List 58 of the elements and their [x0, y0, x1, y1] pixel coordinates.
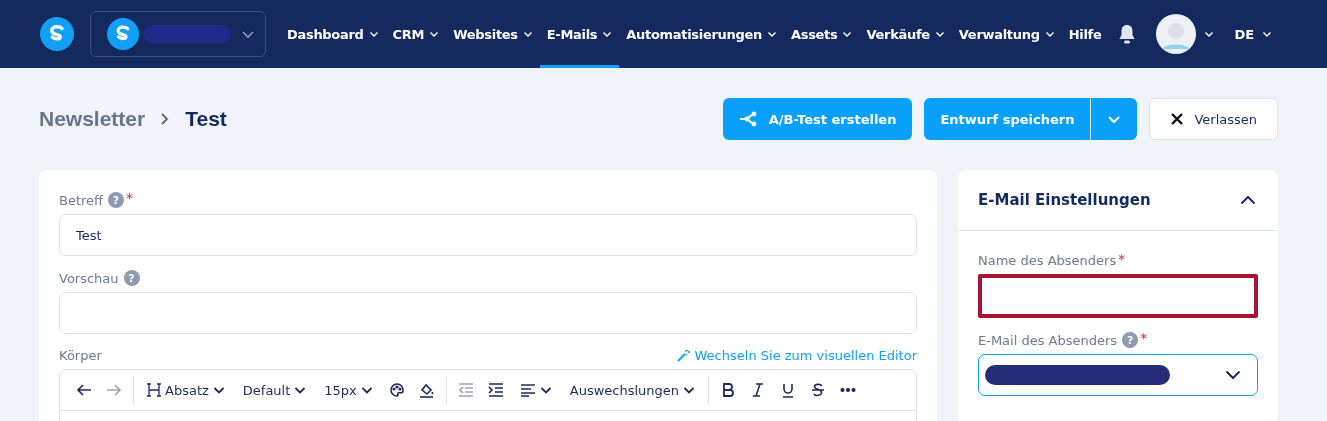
nav-menu-item[interactable]: Verkäufe: [859, 0, 952, 68]
language-selector[interactable]: DE: [1228, 25, 1279, 43]
avatar-silhouette-icon: [1156, 14, 1197, 54]
required-mark: *: [126, 190, 134, 206]
format-dropdown[interactable]: Auswechslungen: [561, 374, 704, 406]
chevron-down-icon: [539, 385, 552, 395]
account-switcher[interactable]: [90, 11, 266, 57]
text-input-field[interactable]: [978, 274, 1258, 318]
format-dropdown[interactable]: Default: [234, 374, 315, 406]
required-mark: *: [1140, 330, 1148, 346]
field-label: Name des Absenders: [978, 253, 1117, 268]
heading-icon: [147, 382, 161, 398]
field-label: E-Mail des Absenders: [978, 332, 1118, 348]
indent-icon: [487, 382, 504, 398]
select-field[interactable]: [978, 354, 1258, 396]
field-label: Betreff: [59, 192, 104, 208]
required-mark: *: [1118, 250, 1126, 267]
chevron-down-icon: [294, 385, 307, 395]
format-dropdown[interactable]: 15px: [316, 374, 381, 406]
magic-wand-icon: [676, 349, 690, 362]
user-menu-button[interactable]: [1156, 14, 1215, 54]
arrow-icon: [76, 383, 92, 397]
nav-menu-item[interactable]: Verwaltung: [951, 0, 1062, 68]
field-label: Vorschau: [59, 270, 119, 286]
close-icon: [1170, 112, 1185, 126]
nav-menu-item[interactable]: E-Mails: [539, 0, 620, 68]
nav-menu-item[interactable]: Dashboard: [280, 0, 386, 68]
outdent-icon: [457, 382, 474, 398]
collapse-chevron-icon[interactable]: [1240, 195, 1256, 205]
chevron-down-icon: [1204, 29, 1215, 39]
bold-icon: [720, 382, 737, 398]
nav-menu-item[interactable]: CRM: [385, 0, 447, 68]
text-input-field[interactable]: Test: [59, 214, 917, 256]
leave-button[interactable]: Verlassen: [1149, 98, 1278, 140]
arrow-icon: [106, 383, 122, 397]
nav-menu-item[interactable]: Hilfe: [1061, 0, 1109, 68]
save-options-button[interactable]: [1091, 98, 1138, 140]
branch-icon: [738, 111, 759, 127]
logo-icon: [107, 18, 139, 50]
nav-menu-item[interactable]: Websites: [446, 0, 540, 68]
format-dropdown[interactable]: Absatz: [139, 374, 233, 406]
logo-icon[interactable]: [40, 17, 74, 51]
chevron-down-icon: [683, 385, 696, 395]
section-title: E-Mail Einstellungen: [978, 191, 1151, 209]
strike-icon: [810, 382, 827, 398]
chevron-down-icon: [1262, 29, 1273, 39]
nav-menu-item[interactable]: Assets: [783, 0, 860, 68]
breadcrumb-link[interactable]: Newsletter: [39, 107, 146, 131]
palette-icon: [388, 382, 405, 398]
align-left-icon: [519, 383, 536, 397]
field-label: Körper: [59, 348, 102, 363]
fill-icon: [418, 382, 435, 398]
nav-menu-item[interactable]: Automatisierungen: [619, 0, 784, 68]
notification-bell-icon[interactable]: [1118, 24, 1137, 44]
chevron-down-icon: [1225, 370, 1241, 380]
chevron-down-icon: [360, 385, 373, 395]
chevron-down-icon: [212, 385, 225, 395]
page-title: Test: [185, 107, 227, 131]
